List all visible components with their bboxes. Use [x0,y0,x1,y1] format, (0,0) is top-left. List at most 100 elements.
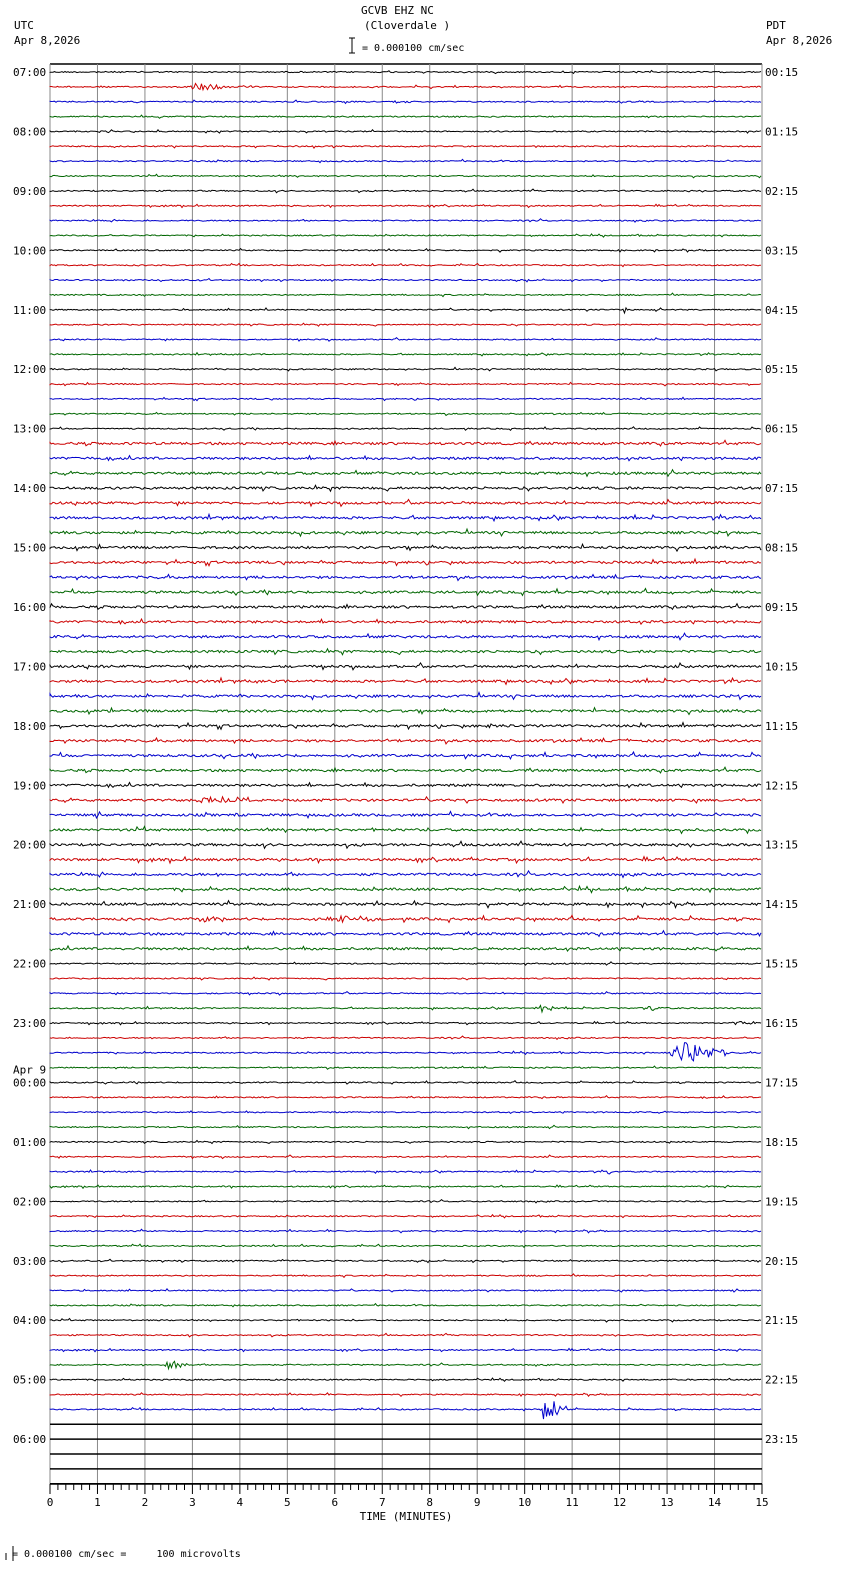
seismic-trace [49,542,762,553]
pdt-hour-label: 01:15 [765,125,798,138]
seismic-trace [49,1401,762,1420]
x-tick-label: 15 [755,1496,768,1509]
pdt-hour-label: 18:15 [765,1136,798,1149]
seismic-trace [49,1332,762,1338]
seismic-trace [49,929,762,938]
seismic-trace [49,1302,762,1308]
seismic-trace [49,366,762,372]
utc-hour-label: 20:00 [13,839,46,852]
seismic-trace [49,840,762,850]
utc-hour-label: 10:00 [13,244,46,257]
seismic-trace [49,855,762,865]
seismic-trace [49,766,762,774]
seismic-trace [49,1243,762,1249]
seismic-trace [49,1035,762,1041]
pdt-hour-label: 00:15 [765,66,798,79]
seismic-trace [49,1020,762,1026]
seismic-trace [49,721,762,731]
utc-hour-label: 16:00 [13,601,46,614]
x-tick-label: 8 [426,1496,433,1509]
seismic-trace [49,262,762,268]
seismic-trace [49,411,762,417]
seismic-trace [49,1139,762,1145]
utc-hour-label: 12:00 [13,363,46,376]
seismic-trace [49,661,762,671]
seismic-trace [49,512,762,523]
x-tick-label: 13 [660,1496,673,1509]
seismic-trace [49,128,762,134]
seismic-trace [49,1317,762,1323]
utc-hour-label: 17:00 [13,660,46,673]
seismic-trace [49,498,762,508]
utc-hour-label: 05:00 [13,1374,46,1387]
pdt-hour-label: 02:15 [765,185,798,198]
seismic-trace [49,691,762,701]
seismic-trace [49,1360,762,1371]
pdt-hour-label: 22:15 [765,1374,798,1387]
utc-hour-label: 11:00 [13,304,46,317]
x-tick-label: 6 [331,1496,338,1509]
seismic-trace [49,884,762,894]
seismic-event-marker [608,1167,613,1177]
x-tick-label: 12 [613,1496,626,1509]
pdt-hour-label: 14:15 [765,898,798,911]
seismic-trace [49,468,762,478]
seismic-trace [49,82,762,92]
utc-hour-label: 14:00 [13,482,46,495]
seismic-trace [49,632,762,642]
utc-hour-label: 23:00 [13,1017,46,1030]
x-tick-label: 14 [708,1496,722,1509]
seismic-trace [49,381,762,387]
pdt-hour-label: 03:15 [765,244,798,257]
seismic-trace [49,439,762,447]
seismic-trace [49,233,762,238]
pdt-hour-label: 04:15 [765,304,798,317]
x-tick-label: 9 [474,1496,481,1509]
seismic-trace [49,990,762,996]
seismic-trace [49,454,762,462]
utc-hour-label: 04:00 [13,1314,46,1327]
seismic-trace [49,1154,762,1160]
seismic-trace [49,1004,762,1014]
date-change-label: Apr 9 [13,1063,46,1076]
seismic-trace [49,337,762,342]
seismic-trace [49,173,762,179]
seismic-trace [49,306,762,315]
seismic-trace [49,292,762,298]
seismic-trace [49,1065,761,1070]
seismic-trace [49,1258,762,1264]
pdt-hour-label: 06:15 [765,423,798,436]
pdt-hour-label: 21:15 [765,1314,798,1327]
x-tick-label: 10 [518,1496,531,1509]
seismic-trace [49,247,762,253]
x-tick-label: 4 [237,1496,244,1509]
seismic-trace [49,736,762,745]
utc-hour-label: 15:00 [13,542,46,555]
pdt-hour-label: 13:15 [765,839,798,852]
seismic-trace [49,1347,762,1353]
seismic-trace [49,1377,762,1383]
seismic-trace [49,914,762,924]
seismic-trace [49,1392,762,1398]
utc-hour-label: 08:00 [13,125,46,138]
pdt-hour-label: 05:15 [765,363,798,376]
seismic-trace [49,587,762,597]
seismic-trace [49,1042,762,1062]
utc-hour-label: 13:00 [13,423,46,436]
x-tick-label: 2 [142,1496,149,1509]
pdt-hour-label: 23:15 [765,1433,798,1446]
seismic-trace [49,114,761,119]
seismic-trace [49,557,762,568]
x-tick-label: 0 [47,1496,54,1509]
pdt-hour-label: 10:15 [765,660,798,673]
seismic-trace [49,396,762,402]
utc-hour-label: 18:00 [13,720,46,733]
seismic-trace [49,647,762,656]
utc-hour-label: 22:00 [13,958,46,971]
seismic-trace [49,158,762,164]
pdt-hour-label: 08:15 [765,542,798,555]
utc-hour-label: 06:00 [13,1433,46,1446]
utc-hour-label: 03:00 [13,1255,46,1268]
seismic-trace [49,976,762,981]
seismic-trace [49,1287,762,1293]
